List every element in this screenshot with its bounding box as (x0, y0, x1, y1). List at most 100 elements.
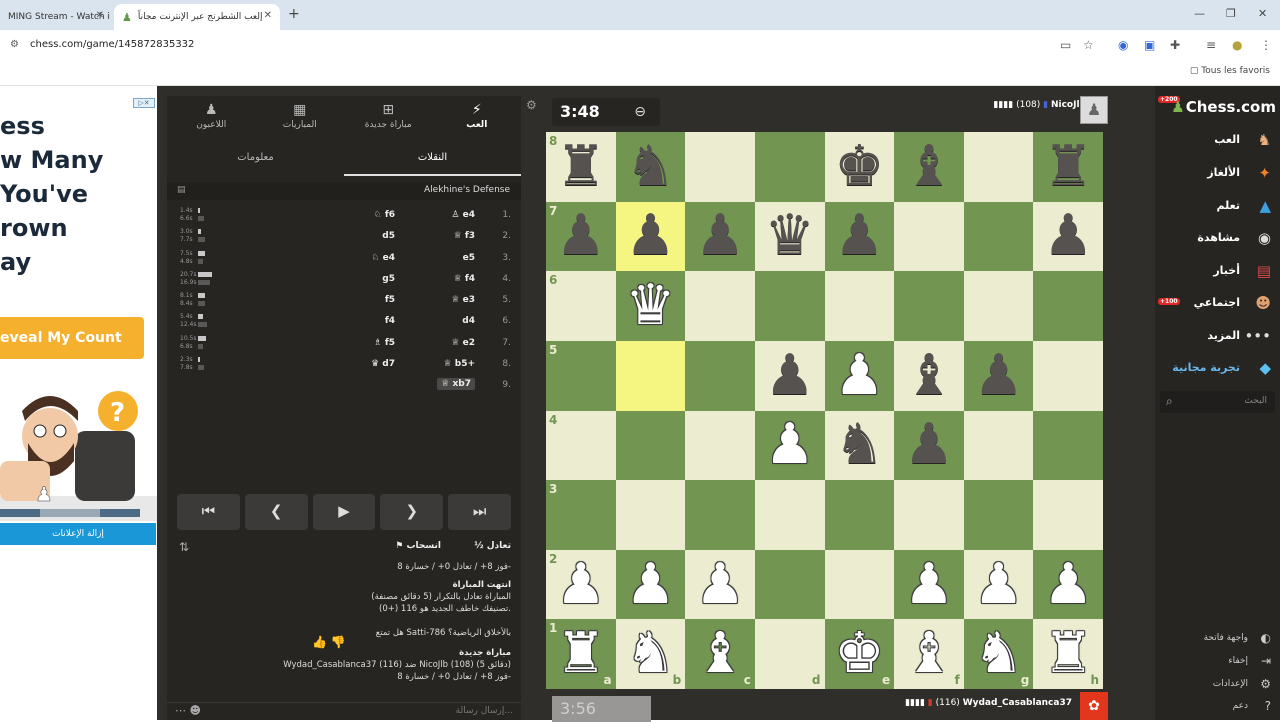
square-b4[interactable] (615, 410, 686, 481)
panel-tab-new-game[interactable]: ⊞ مباراة جديدة (344, 96, 433, 138)
first-move-button[interactable]: ⏮ (177, 494, 240, 530)
media-icon[interactable]: ≡ (1206, 38, 1216, 52)
square-e7[interactable]: ♟ (824, 201, 895, 272)
sidebar-light-mode[interactable]: واجهة فاتحة ◐ (1155, 629, 1280, 649)
black-move[interactable]: d5 (382, 231, 395, 241)
square-f6[interactable] (894, 271, 964, 341)
square-c3[interactable] (685, 480, 755, 550)
sidebar-item-learn[interactable]: تعلم ▲ (1155, 195, 1280, 219)
opponent-info[interactable]: ▮▮▮▮ (108) ▮ NicoJlb (993, 100, 1086, 110)
square-a5[interactable]: 5 (546, 340, 616, 411)
profile-icon[interactable]: ● (1232, 38, 1242, 52)
ad-cta-button[interactable]: eveal My Count (0, 317, 144, 359)
square-e2[interactable] (824, 549, 895, 620)
square-c7[interactable]: ♟ (685, 201, 755, 272)
square-d7[interactable]: ♛ (754, 201, 825, 272)
white-piece[interactable]: ♞ (973, 626, 1023, 682)
new-tab-icon[interactable]: + (288, 6, 300, 22)
square-g4[interactable] (963, 410, 1034, 481)
square-g7[interactable] (963, 201, 1034, 272)
tab-info[interactable]: معلومات (167, 146, 344, 176)
sidebar-item-puzzles[interactable]: الألغاز ✦ (1155, 162, 1280, 186)
black-piece[interactable]: ♟ (695, 208, 745, 264)
square-d4[interactable]: ♟ (754, 410, 825, 481)
ad-choices-icon[interactable]: ▷✕ (133, 98, 155, 108)
sidebar-item-play[interactable]: العب ♞ (1155, 129, 1280, 153)
black-move[interactable]: ♘ e4 (371, 253, 395, 263)
square-e5[interactable]: ♟ (824, 340, 895, 411)
square-c1[interactable]: ♝ c (685, 619, 755, 689)
square-d5[interactable]: ♟ (754, 340, 825, 411)
window-close-icon[interactable]: ✕ (1258, 7, 1267, 20)
black-piece[interactable]: ♝ (904, 347, 954, 404)
board-settings-icon[interactable]: ⚙ (526, 98, 537, 112)
next-move-button[interactable]: ❯ (380, 494, 444, 530)
black-piece[interactable]: ♟ (765, 347, 815, 404)
last-move-button[interactable]: ⏭ (448, 494, 511, 530)
black-piece[interactable]: ♚ (834, 138, 884, 195)
square-b1[interactable]: ♞ b (615, 619, 686, 689)
white-move[interactable]: ♕ f3 (454, 231, 475, 241)
url-field[interactable]: chess.com/game/145872835332 (30, 39, 194, 50)
black-piece[interactable]: ♟ (1043, 208, 1093, 264)
white-move[interactable]: e5 (463, 253, 475, 263)
play-button[interactable]: ▶ (312, 494, 376, 530)
close-icon[interactable]: ✕ (264, 10, 272, 21)
square-d1[interactable]: d (754, 619, 825, 689)
square-d6[interactable] (754, 271, 825, 341)
panel-tab-games[interactable]: ▦ المباريات (256, 96, 345, 138)
square-a1[interactable]: ♜ 1 a (546, 619, 616, 689)
square-f4[interactable]: ♟ (894, 410, 964, 481)
square-b3[interactable] (615, 480, 686, 550)
white-piece[interactable]: ♞ (625, 626, 675, 682)
black-piece[interactable]: ♟ (973, 347, 1023, 404)
square-b6[interactable]: ♛ (615, 271, 686, 341)
square-a2[interactable]: ♟ 2 (546, 549, 616, 620)
black-move[interactable]: g5 (382, 274, 395, 284)
square-d8[interactable] (754, 132, 825, 202)
black-piece[interactable]: ♛ (765, 208, 815, 264)
chesscom-logo[interactable]: ♟Chess.com (1171, 98, 1276, 116)
square-c5[interactable] (685, 340, 755, 411)
chess-board[interactable]: ♜ 8 ♞ ♚ ♝ ♜ ♟ 7 ♟ ♟ ♛ ♟ ♟ 6 ♛ 5 ♟ ♟ ♝ ♟ 4 ♟ ♞ ♟ 3 ♟ 2 ♟ ♟ ♟ ♟ ♟ ♜ 1 a ♞ b ♝ c d… (546, 132, 1103, 689)
resign-button[interactable]: ⚑ انسحاب (395, 541, 441, 551)
white-piece[interactable]: ♟ (765, 417, 815, 473)
square-c2[interactable]: ♟ (685, 549, 755, 620)
flip-board-icon[interactable]: ⇅ (179, 540, 189, 554)
white-piece[interactable]: ♟ (556, 556, 606, 613)
square-h3[interactable] (1033, 480, 1103, 550)
black-piece[interactable]: ♞ (625, 138, 675, 195)
close-icon[interactable]: ✕ (96, 10, 104, 21)
square-g3[interactable] (963, 480, 1034, 550)
square-g6[interactable] (963, 271, 1034, 341)
square-g1[interactable]: ♞ g (963, 619, 1034, 689)
square-e8[interactable]: ♚ (824, 132, 895, 202)
square-f5[interactable]: ♝ (894, 340, 964, 411)
browser-tab-stream[interactable]: MING Stream - Watch i ✕ (0, 4, 112, 30)
square-g8[interactable] (963, 132, 1034, 202)
player-avatar[interactable]: ✿ (1080, 692, 1108, 720)
white-move[interactable]: ♕ b5+ (444, 359, 475, 369)
sidebar-support[interactable]: دعم ? (1155, 697, 1280, 717)
cast-icon[interactable]: ▭ (1060, 38, 1071, 52)
square-d3[interactable] (754, 480, 825, 550)
offer-draw-button[interactable]: ½ تعادل (474, 541, 511, 551)
white-piece[interactable]: ♛ (625, 278, 675, 334)
square-g5[interactable]: ♟ (963, 340, 1034, 411)
square-b5[interactable] (615, 340, 686, 411)
white-piece[interactable]: ♜ (1043, 626, 1093, 682)
sidebar-settings[interactable]: الإعدادات ⚙ (1155, 675, 1280, 695)
black-move[interactable]: ♘ f6 (374, 210, 395, 220)
remove-ads-button[interactable]: إزالة الإعلانات (0, 523, 156, 545)
white-piece[interactable]: ♟ (834, 347, 884, 404)
white-piece[interactable]: ♜ (556, 626, 606, 682)
book-icon[interactable]: ▤ (177, 185, 186, 195)
thumbs-icons[interactable]: 👍 👎 (312, 635, 346, 649)
black-piece[interactable]: ♝ (904, 138, 954, 195)
minimize-icon[interactable]: — (1194, 7, 1205, 20)
sidebar-item-news[interactable]: أخبار ▤ (1155, 260, 1280, 284)
square-b8[interactable]: ♞ (615, 132, 686, 202)
square-b2[interactable]: ♟ (615, 549, 686, 620)
white-move-current[interactable]: ♕ xb7 (437, 378, 475, 391)
square-e1[interactable]: ♚ e (824, 619, 895, 689)
